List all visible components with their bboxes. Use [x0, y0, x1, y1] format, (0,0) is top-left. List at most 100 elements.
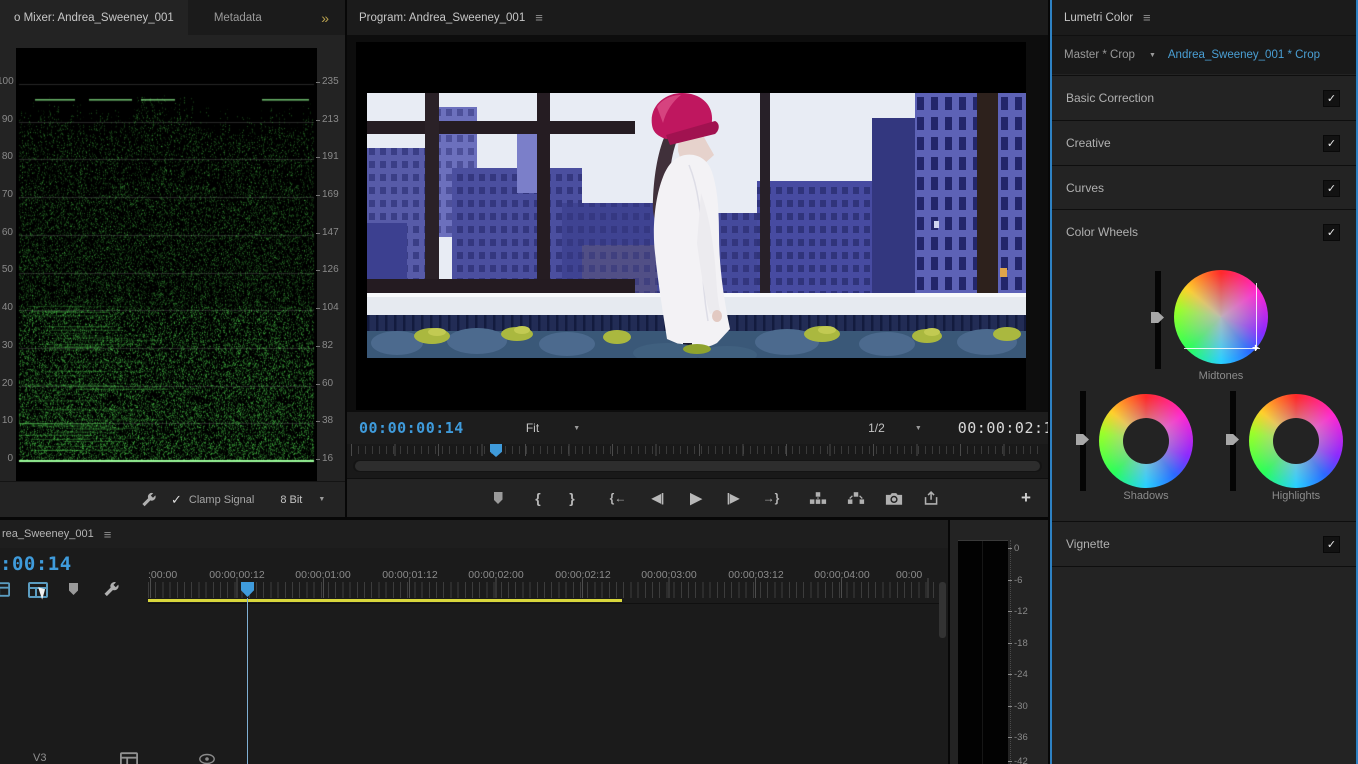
section-basic-correction[interactable]: Basic Correction ✓ — [1052, 76, 1356, 120]
scope-settings-wrench-icon[interactable] — [140, 491, 157, 508]
track-v3-label[interactable]: V3 — [33, 752, 46, 764]
section-color-wheels[interactable]: Color Wheels ✓ — [1052, 210, 1356, 254]
scrubber-major-ticks — [351, 444, 1044, 456]
button-editor-plus[interactable]: + — [1013, 487, 1039, 509]
camera-icon — [885, 491, 903, 506]
mark-in-button[interactable]: { — [525, 487, 551, 509]
playback-resolution-arrow[interactable]: ▼ — [915, 425, 922, 432]
section-label: Creative — [1066, 136, 1111, 150]
comparison-export-button[interactable] — [918, 487, 944, 509]
tab-metadata-label: Metadata — [214, 12, 262, 24]
timeline-wrench-icon[interactable] — [102, 580, 120, 598]
mark-out-button[interactable]: } — [559, 487, 585, 509]
program-title: Program: Andrea_Sweeney_001 — [359, 12, 525, 24]
tab-audio-mixer[interactable]: o Mixer: Andrea_Sweeney_001 — [0, 0, 188, 35]
audio-meter-bars — [958, 540, 1008, 764]
scope-scale-label: 104 — [316, 302, 339, 313]
track-sync-lock-icon[interactable] — [120, 752, 138, 764]
selected-clip-label[interactable]: Andrea_Sweeney_001 * Crop — [1168, 49, 1320, 61]
scope-scale-label: 60 — [0, 227, 13, 238]
timeline-playhead-line[interactable] — [247, 598, 248, 764]
lift-icon — [809, 491, 827, 506]
playback-resolution-dropdown[interactable]: 1/2 — [868, 421, 885, 435]
work-area-bar[interactable] — [148, 599, 622, 602]
panel-overflow-icon[interactable]: » — [321, 10, 329, 26]
timeline-vertical-scrollbar[interactable] — [939, 582, 946, 638]
scope-scale-label: 16 — [316, 453, 333, 464]
step-back-button[interactable]: ◀| — [645, 487, 671, 509]
scope-scale-label: 38 — [316, 415, 333, 426]
highlights-slider-handle[interactable] — [1226, 434, 1239, 445]
db-scale-label: -36 — [1014, 732, 1028, 743]
bit-depth-dropdown[interactable]: 8 Bit — [280, 494, 302, 506]
timeline-current-timecode[interactable]: :00:14 — [0, 553, 72, 575]
scope-scale-label: 70 — [0, 189, 13, 200]
export-frame-button[interactable] — [881, 487, 907, 509]
midtones-crosshair-h — [1184, 348, 1260, 349]
scope-settings-bar: ✓ Clamp Signal 8 Bit ▼ — [0, 481, 345, 517]
video-frame — [367, 93, 1026, 358]
step-forward-button[interactable]: |▶ — [720, 487, 746, 509]
shadows-slider-handle[interactable] — [1076, 434, 1089, 445]
lift-button[interactable] — [805, 487, 831, 509]
insert-sequence-icon[interactable] — [0, 582, 10, 597]
zoom-level-dropdown-arrow[interactable]: ▼ — [573, 425, 580, 432]
db-scale-label: -24 — [1014, 669, 1028, 680]
program-horizontal-scrollbar[interactable] — [353, 460, 1042, 472]
track-visibility-eye-icon[interactable] — [198, 753, 216, 764]
lumetri-target-row: Master * Crop ▼ Andrea_Sweeney_001 * Cro… — [1052, 36, 1356, 74]
highlights-color-wheel[interactable] — [1249, 394, 1343, 488]
master-clip-dropdown-arrow[interactable]: ▼ — [1149, 52, 1156, 59]
midtones-crosshair-point[interactable]: + — [1252, 344, 1259, 352]
lumetri-menu-icon[interactable]: ≡ — [1143, 10, 1151, 25]
tab-metadata[interactable]: Metadata — [188, 12, 288, 24]
section-curves[interactable]: Curves ✓ — [1052, 166, 1356, 210]
program-current-timecode[interactable]: 00:00:00:14 — [359, 419, 464, 437]
program-scrubber[interactable] — [347, 444, 1048, 478]
scope-scale-label: 40 — [0, 302, 13, 313]
vignette-checkbox[interactable]: ✓ — [1323, 536, 1340, 553]
program-video-area — [347, 35, 1048, 412]
db-scale-label: -6 — [1014, 575, 1022, 586]
timeline-tab-bar: rea_Sweeney_001 ≡ — [0, 520, 948, 548]
color-wheels-checkbox[interactable]: ✓ — [1323, 224, 1340, 241]
db-scale-label: 0 — [1014, 543, 1019, 554]
add-marker-button[interactable] — [485, 487, 511, 509]
scope-scale-label: 147 — [316, 227, 339, 238]
midtones-slider-handle[interactable] — [1151, 312, 1164, 323]
scope-scale-label: 90 — [0, 114, 13, 125]
bit-depth-dropdown-arrow[interactable]: ▼ — [318, 496, 325, 503]
go-to-out-button[interactable]: →} — [758, 487, 784, 509]
section-vignette[interactable]: Vignette ✓ — [1052, 522, 1356, 566]
go-to-in-button[interactable]: {← — [605, 487, 631, 509]
clamp-signal-label: Clamp Signal — [189, 494, 254, 506]
master-clip-dropdown[interactable]: Master * Crop — [1064, 49, 1135, 61]
scope-scale-label: 50 — [0, 264, 13, 275]
ruler-bottom-line — [148, 603, 940, 604]
curves-checkbox[interactable]: ✓ — [1323, 180, 1340, 197]
lumetri-header: Lumetri Color ≡ — [1052, 0, 1356, 36]
db-scale-label: -18 — [1014, 638, 1028, 649]
timeline-marker-button[interactable] — [69, 583, 78, 595]
marker-icon — [494, 492, 503, 504]
shadows-color-wheel[interactable] — [1099, 394, 1193, 488]
timeline-ruler-ticks — [148, 582, 940, 598]
creative-checkbox[interactable]: ✓ — [1323, 135, 1340, 152]
zoom-level-dropdown[interactable]: Fit — [526, 421, 539, 435]
waveform-scope-display — [16, 48, 317, 484]
audio-meter-panel: 0 -6 -12 -18 -24 -30 -36 -42 — [950, 520, 1048, 764]
scope-scale-label: 235 — [316, 76, 339, 87]
lumetri-title: Lumetri Color — [1064, 12, 1133, 24]
transport-controls: { } {← ◀| ▶ |▶ →} + — [347, 478, 1048, 517]
clamp-signal-checkbox[interactable]: ✓ — [171, 492, 182, 508]
extract-button[interactable] — [843, 487, 869, 509]
shadows-label: Shadows — [1096, 490, 1196, 502]
timeline-menu-icon[interactable]: ≡ — [104, 527, 112, 542]
play-button[interactable]: ▶ — [683, 487, 709, 509]
panel-menu-icon[interactable]: ≡ — [535, 10, 543, 25]
timeline-tab-label[interactable]: rea_Sweeney_001 — [2, 528, 94, 540]
program-timecode-bar: 00:00:00:14 Fit ▼ 1/2 ▼ 00:00:02:18 — [347, 412, 1048, 444]
db-scale-label: -42 — [1014, 756, 1028, 764]
section-creative[interactable]: Creative ✓ — [1052, 121, 1356, 165]
basic-correction-checkbox[interactable]: ✓ — [1323, 90, 1340, 107]
